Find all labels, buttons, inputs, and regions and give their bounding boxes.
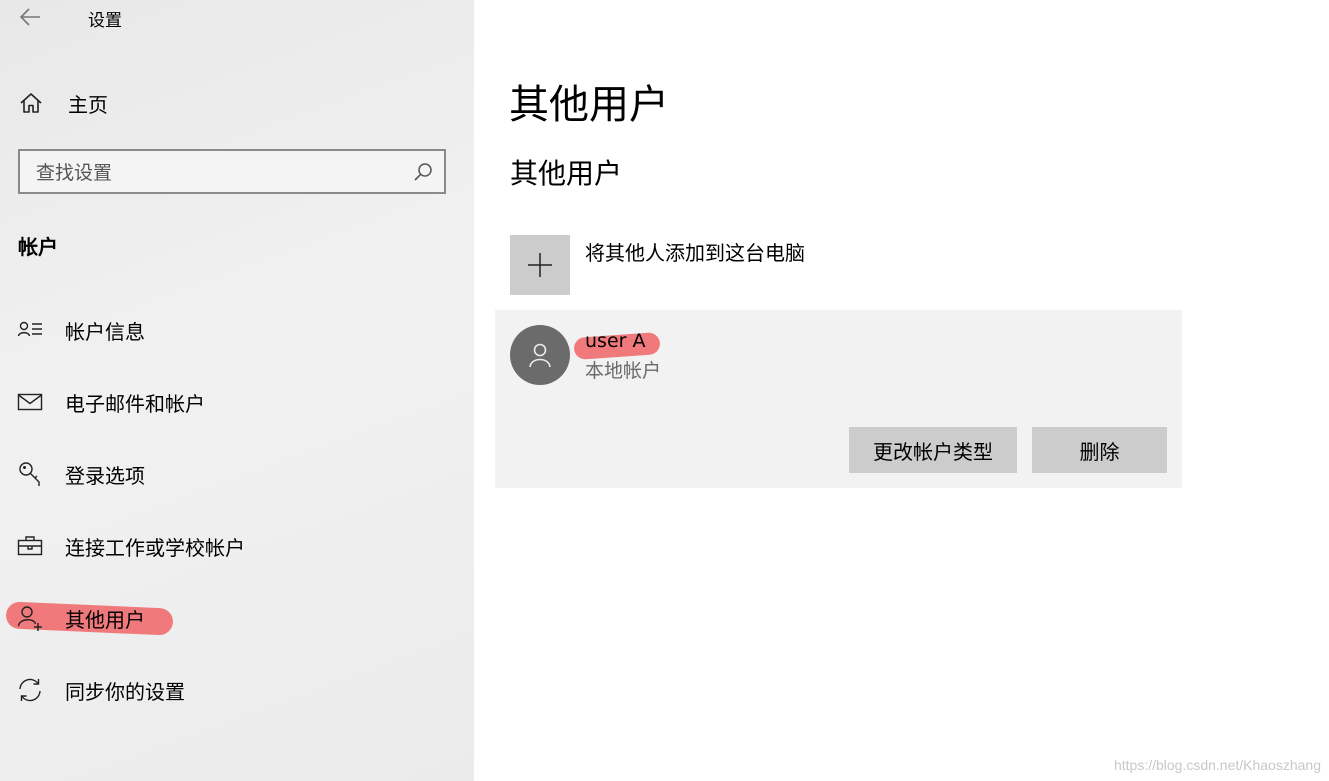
sidebar-item-label: 登录选项: [65, 463, 145, 488]
sidebar-item-work-school[interactable]: 连接工作或学校帐户: [16, 530, 245, 562]
home-label: 主页: [68, 92, 108, 117]
change-account-type-button[interactable]: 更改帐户类型: [849, 427, 1017, 473]
avatar: [510, 325, 570, 385]
watermark: https://blog.csdn.net/Khaoszhang: [1113, 757, 1321, 773]
sidebar-item-email[interactable]: 电子邮件和帐户: [16, 386, 205, 418]
sync-icon: [16, 676, 44, 704]
sidebar-home[interactable]: 主页: [18, 88, 108, 118]
sidebar-item-label: 帐户信息: [65, 319, 145, 344]
briefcase-icon: [16, 532, 44, 560]
user-card[interactable]: user A 本地帐户 更改帐户类型 删除: [495, 310, 1182, 488]
page-title: 其他用户: [509, 82, 669, 128]
add-user-button[interactable]: [510, 235, 570, 295]
back-button[interactable]: [16, 4, 46, 30]
plus-icon: [528, 253, 552, 277]
add-person-icon: [16, 604, 44, 632]
sidebar-item-label: 电子邮件和帐户: [65, 391, 205, 416]
home-icon: [20, 93, 42, 113]
account-info-icon: [16, 316, 44, 344]
search-input[interactable]: [34, 151, 408, 194]
key-icon: [16, 460, 44, 488]
sidebar: 设置 主页 帐户 帐户信息 电子邮件和帐户: [0, 0, 474, 781]
sidebar-item-account-info[interactable]: 帐户信息: [16, 314, 145, 346]
add-user-label[interactable]: 将其他人添加到这台电脑: [585, 237, 805, 266]
back-arrow-icon: [19, 8, 40, 26]
sidebar-item-other-users[interactable]: 其他用户: [16, 602, 145, 634]
search-box[interactable]: [18, 149, 446, 194]
user-account-type: 本地帐户: [585, 360, 662, 382]
section-title-accounts: 帐户: [18, 235, 58, 259]
window-title: 设置: [88, 11, 122, 31]
sidebar-item-sync[interactable]: 同步你的设置: [16, 674, 185, 706]
sidebar-item-label: 连接工作或学校帐户: [65, 535, 245, 560]
user-name: user A: [585, 330, 646, 352]
mail-icon: [16, 388, 44, 416]
sidebar-item-sign-in-options[interactable]: 登录选项: [16, 458, 145, 490]
sidebar-item-label: 同步你的设置: [65, 679, 185, 704]
delete-button[interactable]: 删除: [1032, 427, 1167, 473]
person-icon: [529, 343, 551, 368]
section-title: 其他用户: [510, 157, 623, 190]
sidebar-item-label: 其他用户: [65, 607, 145, 632]
search-icon[interactable]: [412, 161, 434, 183]
